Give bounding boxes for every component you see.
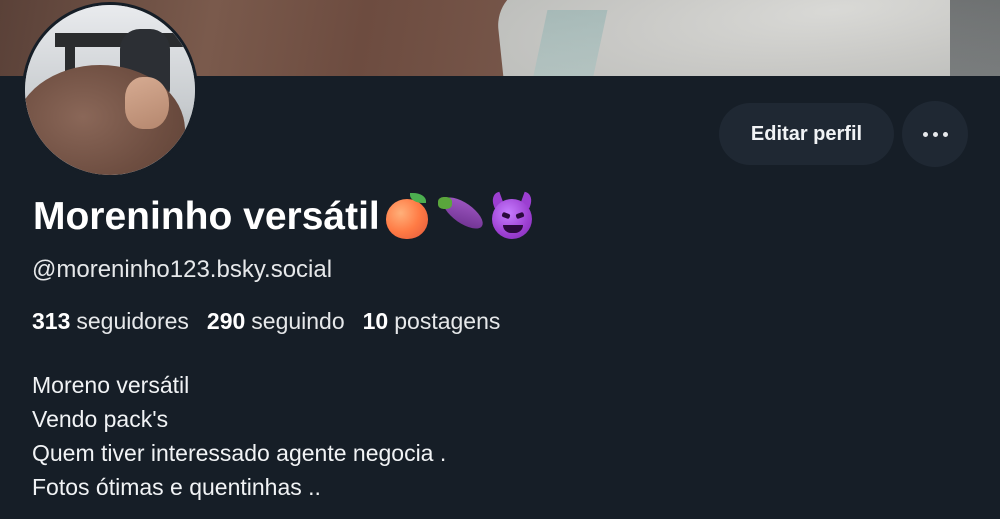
- following-stat[interactable]: 290 seguindo: [207, 308, 345, 335]
- followers-count: 313: [32, 308, 71, 334]
- bio-line: Vendo pack's: [32, 406, 169, 432]
- profile-bio: Moreno versátil Vendo pack's Quem tiver …: [32, 368, 446, 504]
- followers-stat[interactable]: 313 seguidores: [32, 308, 189, 335]
- peach-icon-body: [385, 199, 428, 239]
- more-options-button[interactable]: [902, 101, 968, 167]
- profile-page: Editar perfil Moreninho versátil @moreni…: [0, 0, 1000, 519]
- display-name-text: Moreninho versátil: [33, 195, 380, 238]
- display-name: Moreninho versátil: [33, 191, 536, 241]
- posts-label: postagens: [394, 308, 501, 334]
- posts-stat: 10 postagens: [363, 308, 501, 335]
- bio-line: Fotos ótimas e quentinhas ..: [32, 474, 321, 500]
- avatar[interactable]: [22, 2, 198, 178]
- following-count: 290: [206, 308, 246, 334]
- following-label: seguindo: [251, 308, 345, 334]
- bio-line: Quem tiver interessado agente negocia .: [32, 440, 447, 466]
- followers-label: seguidores: [76, 308, 189, 334]
- profile-handle: @moreninho123.bsky.social: [32, 256, 333, 283]
- edit-profile-button[interactable]: Editar perfil: [719, 103, 894, 165]
- smiling-devil-icon: [488, 191, 536, 241]
- bio-line: Moreno versátil: [32, 372, 190, 398]
- devil-icon-face: [491, 199, 532, 239]
- posts-count: 10: [362, 308, 389, 334]
- edit-profile-label: Editar perfil: [750, 122, 863, 145]
- ellipsis-icon: [922, 131, 928, 137]
- profile-stats: 313 seguidores 290 seguindo 10 postagens: [32, 308, 518, 335]
- eggplant-icon: [436, 191, 488, 241]
- eggplant-icon-cap: [437, 197, 452, 209]
- peach-icon: [384, 193, 432, 241]
- ellipsis-icon-dot: [932, 131, 938, 137]
- ellipsis-icon-dot: [942, 131, 948, 137]
- avatar-hand-shape: [125, 77, 169, 129]
- banner-corner-area: [950, 0, 1000, 76]
